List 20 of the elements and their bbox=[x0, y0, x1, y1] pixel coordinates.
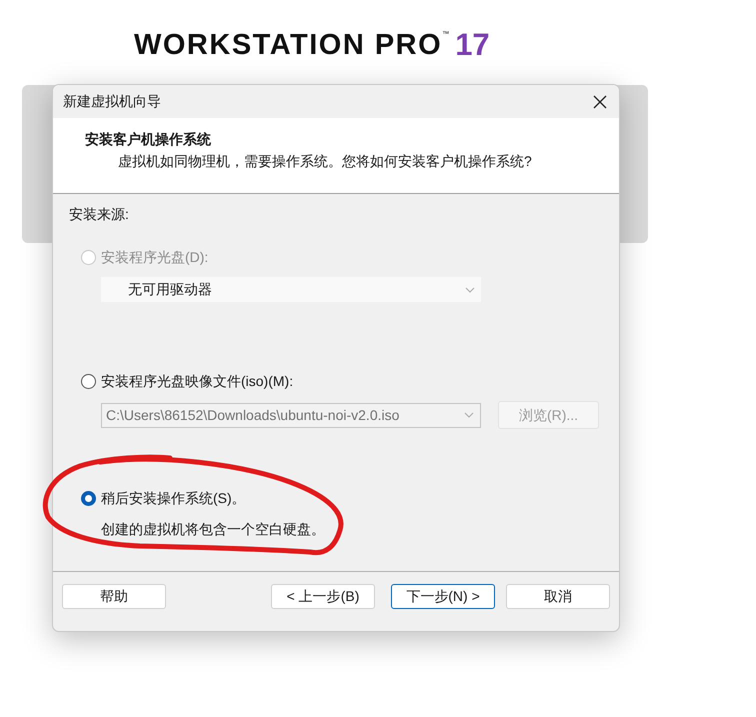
option-note: 创建的虚拟机将包含一个空白硬盘。 bbox=[101, 520, 325, 539]
dialog-button[interactable]: 取消 bbox=[506, 584, 610, 609]
chevron-down-icon bbox=[464, 412, 474, 418]
dialog-button[interactable]: < 上一步(B) bbox=[271, 584, 375, 609]
option-label: 安装程序光盘(D): bbox=[101, 248, 208, 267]
dialog-button[interactable]: 下一步(N) > bbox=[391, 584, 495, 609]
option-label: 稍后安装操作系统(S)。 bbox=[101, 488, 246, 508]
close-icon[interactable] bbox=[593, 94, 607, 108]
iso-path-combobox[interactable]: C:\Users\86152\Downloads\ubuntu-noi-v2.0.iso bbox=[101, 402, 481, 428]
dialog-title: 新建虚拟机向导 bbox=[63, 92, 161, 111]
version-number: 17 bbox=[455, 28, 490, 62]
radio-button[interactable] bbox=[81, 490, 96, 506]
radio-button[interactable] bbox=[81, 374, 96, 388]
page-description: 虚拟机如同物理机，需要操作系统。您将如何安装客户机操作系统? bbox=[118, 152, 532, 171]
logo-text: WORKSTATION PRO bbox=[134, 28, 442, 62]
chevron-down-icon bbox=[465, 286, 475, 292]
page-heading: 安装客户机操作系统 bbox=[85, 130, 211, 149]
section-label: 安装来源: bbox=[69, 205, 129, 224]
dialog-button[interactable]: 帮助 bbox=[62, 584, 166, 609]
option-label: 安装程序光盘映像文件(iso)(M): bbox=[101, 372, 294, 391]
